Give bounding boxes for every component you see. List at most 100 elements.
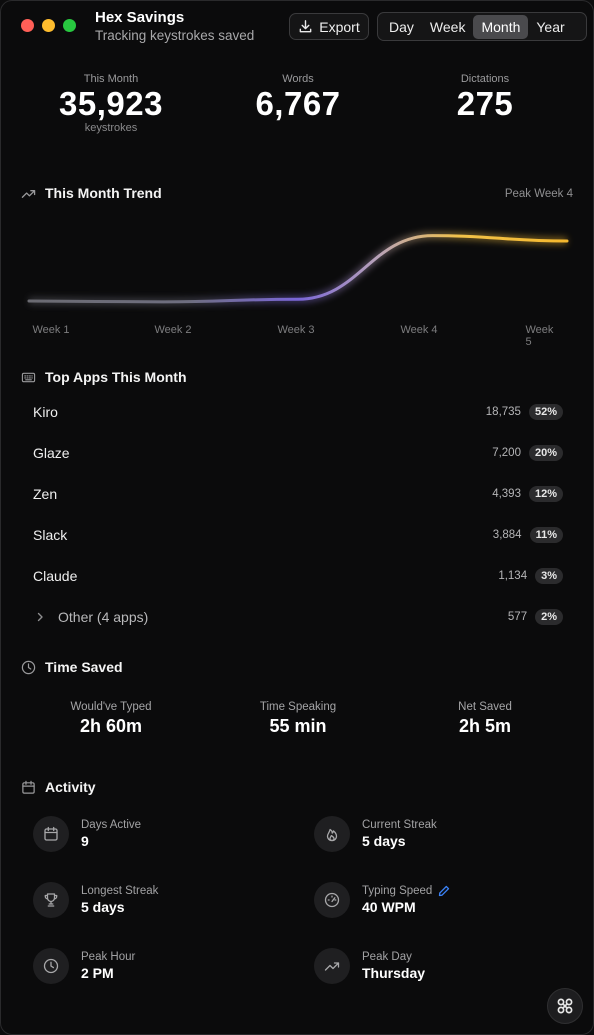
activity-value: 2 PM bbox=[81, 965, 114, 981]
time-saved-would-have-typed: Would've Typed 2h 60m bbox=[21, 701, 201, 737]
time-saved-value: 2h 60m bbox=[79, 716, 143, 736]
x-tick-label: Week 5 bbox=[525, 324, 554, 348]
clock-icon bbox=[21, 660, 36, 674]
app-row-slack[interactable]: Slack 3,884 11% bbox=[33, 525, 563, 545]
app-name: Kiro bbox=[33, 404, 58, 420]
app-percent-badge: 2% bbox=[535, 609, 563, 625]
activity-label: Peak Hour bbox=[81, 951, 136, 963]
top-apps-section-header: Top Apps This Month bbox=[21, 369, 187, 385]
time-saved-label: Would've Typed bbox=[70, 701, 152, 713]
range-day-tab[interactable]: Day bbox=[381, 15, 422, 39]
time-saved-net-saved: Net Saved 2h 5m bbox=[395, 701, 575, 737]
pencil-edit-icon[interactable] bbox=[438, 885, 450, 897]
activity-icon-badge bbox=[33, 948, 69, 984]
activity-icon-badge bbox=[33, 882, 69, 918]
stat-value: 6,767 bbox=[255, 85, 341, 122]
x-tick-label: Week 3 bbox=[277, 324, 315, 336]
range-selector: Day Week Month Year bbox=[377, 12, 587, 41]
app-row-glaze[interactable]: Glaze 7,200 20% bbox=[33, 443, 563, 463]
range-year-tab[interactable]: Year bbox=[528, 15, 572, 39]
time-saved-title: Time Saved bbox=[45, 659, 123, 675]
time-saved-section-header: Time Saved bbox=[21, 659, 123, 675]
activity-peak-hour: Peak Hour 2 PM bbox=[33, 948, 135, 984]
activity-value: Thursday bbox=[362, 965, 426, 981]
export-label: Export bbox=[319, 18, 360, 35]
app-name: Claude bbox=[33, 568, 78, 584]
flame-icon bbox=[326, 828, 338, 842]
activity-value: 5 days bbox=[362, 833, 406, 849]
stat-words: Words 6,767 bbox=[208, 73, 388, 122]
close-window-button[interactable] bbox=[21, 19, 34, 32]
range-month-tab[interactable]: Month bbox=[473, 14, 529, 39]
x-tick-label: Week 4 bbox=[400, 324, 438, 336]
activity-icon-badge bbox=[33, 816, 69, 852]
peak-label: Peak Week 4 bbox=[504, 188, 573, 200]
activity-value: 5 days bbox=[81, 899, 125, 915]
app-name: Other (4 apps) bbox=[58, 609, 149, 625]
trend-x-axis: Week 1 Week 2 Week 3 Week 4 Week 5 bbox=[21, 324, 575, 348]
stat-label: Dictations bbox=[460, 73, 510, 85]
app-name: Zen bbox=[33, 486, 58, 502]
download-icon bbox=[299, 20, 312, 33]
activity-days-active: Days Active 9 bbox=[33, 816, 141, 852]
app-count: 1,134 bbox=[498, 570, 528, 582]
activity-label: Typing Speed bbox=[362, 885, 433, 897]
activity-icon-badge bbox=[314, 816, 350, 852]
activity-current-streak: Current Streak 5 days bbox=[314, 816, 437, 852]
app-count: 18,735 bbox=[485, 406, 521, 418]
keyboard-icon bbox=[21, 372, 36, 382]
chevron-right-icon bbox=[37, 612, 43, 622]
time-saved-label: Net Saved bbox=[458, 701, 512, 713]
activity-value: 40 WPM bbox=[362, 899, 416, 915]
app-percent-badge: 12% bbox=[528, 486, 563, 502]
app-count: 577 bbox=[507, 611, 528, 623]
minimize-window-button[interactable] bbox=[42, 19, 55, 32]
app-grid-button[interactable] bbox=[547, 988, 583, 1024]
trend-title: This Month Trend bbox=[45, 185, 162, 201]
trend-line bbox=[27, 234, 569, 304]
range-week-tab[interactable]: Week bbox=[422, 15, 474, 39]
activity-label: Peak Day bbox=[362, 951, 412, 963]
activity-value: 9 bbox=[81, 833, 89, 849]
stat-value: 35,923 bbox=[59, 85, 163, 122]
trend-icon bbox=[324, 962, 340, 971]
export-button[interactable]: Export bbox=[289, 13, 369, 40]
app-percent-badge: 11% bbox=[529, 527, 563, 543]
time-saved-value: 2h 5m bbox=[458, 716, 512, 736]
trend-section-header: This Month Trend bbox=[21, 185, 162, 201]
stat-value: 275 bbox=[456, 85, 514, 122]
other-apps-toggle[interactable]: Other (4 apps) bbox=[33, 609, 508, 625]
activity-longest-streak: Longest Streak 5 days bbox=[33, 882, 158, 918]
app-row-zen[interactable]: Zen 4,393 12% bbox=[33, 484, 563, 504]
stat-dictations: Dictations 275 bbox=[395, 73, 575, 122]
app-row-other[interactable]: Other (4 apps) 577 2% bbox=[33, 607, 563, 627]
stat-this-month: This Month 35,923 keystrokes bbox=[21, 73, 201, 134]
activity-icon-badge bbox=[314, 882, 350, 918]
app-percent-badge: 52% bbox=[528, 404, 563, 420]
zoom-window-button[interactable] bbox=[63, 19, 76, 32]
speedometer-icon bbox=[324, 892, 340, 908]
window-controls bbox=[21, 19, 76, 32]
app-row-kiro[interactable]: Kiro 18,735 52% bbox=[33, 402, 563, 422]
stat-unit: keystrokes bbox=[84, 122, 138, 134]
trend-icon bbox=[21, 189, 36, 198]
activity-label: Current Streak bbox=[362, 819, 437, 831]
time-saved-label: Time Speaking bbox=[259, 701, 337, 713]
activity-peak-day: Peak Day Thursday bbox=[314, 948, 425, 984]
x-tick-label: Week 2 bbox=[154, 324, 192, 336]
app-percent-badge: 20% bbox=[528, 445, 563, 461]
activity-title: Activity bbox=[45, 779, 96, 795]
calendar-icon bbox=[44, 826, 58, 841]
app-subtitle: Tracking keystrokes saved bbox=[95, 28, 255, 43]
trend-chart bbox=[27, 232, 569, 306]
app-grid-icon bbox=[557, 998, 573, 1014]
calendar-icon bbox=[22, 780, 35, 794]
app-row-claude[interactable]: Claude 1,134 3% bbox=[33, 566, 563, 586]
stat-label: Words bbox=[282, 73, 314, 85]
app-count: 3,884 bbox=[492, 529, 522, 541]
x-tick-label: Week 1 bbox=[32, 324, 70, 336]
activity-label: Longest Streak bbox=[81, 885, 159, 897]
time-saved-time-speaking: Time Speaking 55 min bbox=[208, 701, 388, 737]
app-title: Hex Savings bbox=[95, 9, 185, 26]
trophy-icon bbox=[44, 893, 58, 907]
